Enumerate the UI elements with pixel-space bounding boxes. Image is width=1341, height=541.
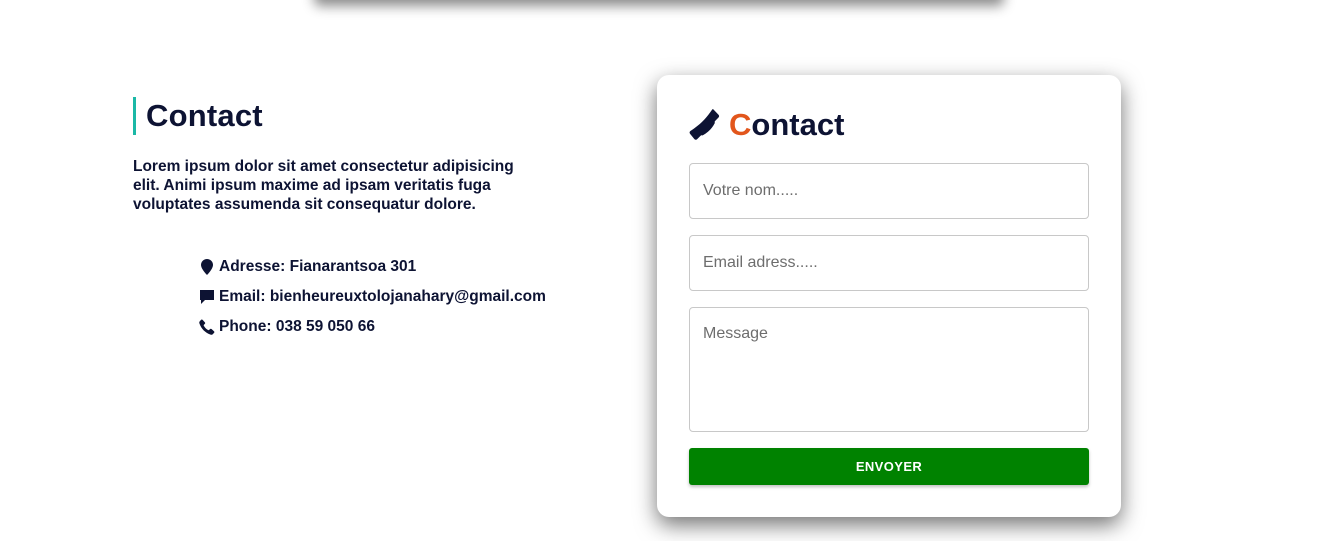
contact-description: Lorem ipsum dolor sit amet consectetur a… <box>133 158 514 213</box>
email-text: Email: bienheureuxtolojanahary@gmail.com <box>219 288 546 305</box>
email-item: Email: bienheureuxtolojanahary@gmail.com <box>199 282 546 312</box>
message-textarea[interactable] <box>689 307 1089 432</box>
address-text: Adresse: Fianarantsoa 301 <box>219 258 417 275</box>
message-icon <box>199 288 215 306</box>
contact-info-list: Adresse: Fianarantsoa 301 Email: bienheu… <box>199 252 546 342</box>
name-input[interactable] <box>689 163 1089 219</box>
form-title-rest: ontact <box>751 107 845 142</box>
phone-icon <box>199 318 215 336</box>
email-input[interactable] <box>689 235 1089 291</box>
phone-text: Phone: 038 59 050 66 <box>219 318 375 335</box>
phone-item: Phone: 038 59 050 66 <box>199 312 546 342</box>
address-item: Adresse: Fianarantsoa 301 <box>199 252 546 282</box>
contact-info-section: Contact Lorem ipsum dolor sit amet conse… <box>133 97 553 214</box>
map-marker-icon <box>199 258 215 276</box>
form-title: Contact <box>689 105 844 145</box>
submit-button[interactable]: ENVOYER <box>689 448 1089 485</box>
contact-form-card: Contact ENVOYER <box>657 75 1121 517</box>
phone-icon <box>689 109 720 140</box>
form-title-first-letter: C <box>729 107 752 142</box>
form-title-text: Contact <box>729 107 844 143</box>
contact-heading: Contact <box>133 97 553 135</box>
